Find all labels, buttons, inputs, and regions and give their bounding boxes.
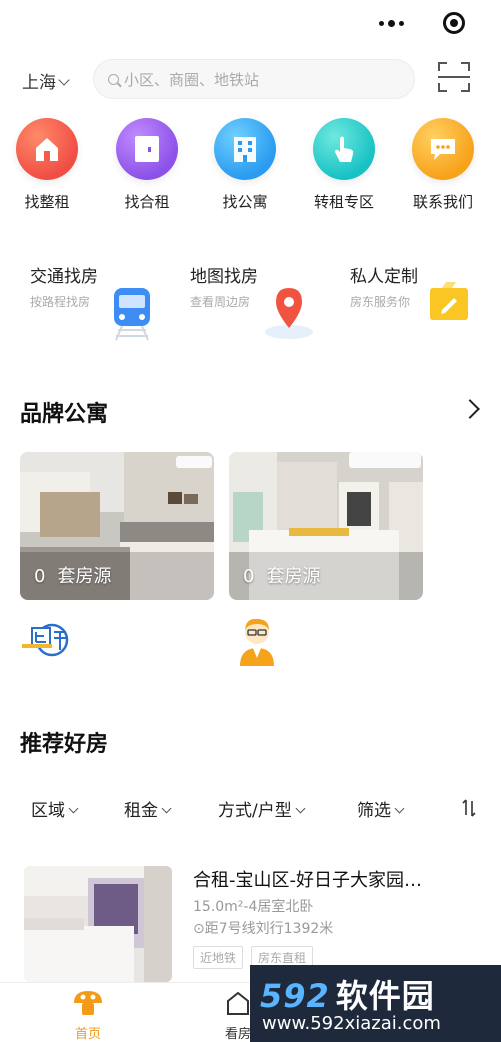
chevron-down-icon	[161, 803, 172, 814]
recommend-section-title: 推荐好房	[20, 732, 109, 757]
building-icon	[214, 118, 276, 180]
location-pin-icon: ⊙	[193, 921, 205, 937]
watermark-brand: 592 软件园	[260, 971, 435, 1017]
brand-card[interactable]: 0 套房源	[20, 452, 214, 600]
chevron-down-icon	[394, 803, 405, 814]
watermark-cn: 软件园	[335, 977, 435, 1015]
chevron-down-icon	[295, 803, 306, 814]
chevron-down-icon	[68, 803, 79, 814]
chevron-right-icon[interactable]	[460, 399, 480, 419]
count-unit: 套房源	[57, 566, 112, 587]
watermark-banner: 592 软件园 www.592xiazai.com	[250, 965, 501, 1042]
door-icon	[116, 118, 178, 180]
more-dots-icon[interactable]	[379, 19, 404, 27]
count-number: 0	[34, 566, 46, 587]
search-row: 上海 小区、商圈、地铁站	[0, 56, 501, 102]
house-outline-icon	[227, 991, 249, 1015]
count-number: 0	[243, 566, 255, 587]
category-contact[interactable]: 联系我们	[398, 118, 488, 212]
listing-title: 合租-宝山区-好日子大家园…	[193, 870, 422, 891]
filter-more[interactable]: 筛选	[357, 796, 405, 821]
watermark-url: www.592xiazai.com	[262, 1013, 441, 1034]
quick-links: 交通找房 按路程找房 地图找房 查看周边房 私人定制 房东服务你	[0, 262, 501, 352]
brand-section-title: 品牌公寓	[20, 402, 109, 427]
category-sublet[interactable]: 转租专区	[299, 118, 389, 212]
scan-icon[interactable]	[438, 62, 470, 92]
search-icon	[108, 73, 119, 85]
sort-icon[interactable]	[461, 798, 477, 818]
listing-count: 0 套房源	[243, 562, 320, 588]
filter-bar: 区域 租金 方式/户型 筛选	[0, 790, 501, 826]
quick-link-transit[interactable]: 交通找房 按路程找房	[30, 262, 180, 341]
quick-link-map[interactable]: 地图找房 查看周边房	[190, 262, 340, 339]
category-label: 找公寓	[222, 193, 268, 211]
filter-label: 区域	[31, 801, 65, 821]
distance-text: 距7号线刘行1392米	[204, 921, 334, 937]
category-apartment[interactable]: 找公寓	[200, 118, 290, 212]
tab-home[interactable]: 首页	[48, 989, 128, 1042]
target-close-icon[interactable]	[443, 12, 465, 34]
quick-link-custom[interactable]: 私人定制 房东服务你	[350, 262, 500, 320]
filter-type[interactable]: 方式/户型	[218, 796, 306, 821]
agent-avatar-icon[interactable]	[236, 614, 278, 666]
city-selector[interactable]: 上海	[22, 68, 70, 93]
category-grid: 找整租 找合租 找公寓 转租专区 联系我们	[0, 118, 501, 218]
train-icon	[114, 288, 150, 341]
category-shared-rent[interactable]: 找合租	[102, 118, 192, 212]
quick-link-subtitle: 房东服务你	[350, 295, 411, 309]
category-label: 找合租	[124, 193, 170, 211]
quick-link-title: 私人定制	[350, 267, 418, 287]
category-label: 找整租	[24, 193, 70, 211]
miniprogram-capsule	[365, 8, 475, 38]
chat-bubble-icon	[412, 118, 474, 180]
tag: 近地铁	[193, 946, 244, 969]
hand-tap-icon	[313, 118, 375, 180]
tab-label: 首页	[74, 1027, 101, 1042]
listing-count: 0 套房源	[34, 562, 111, 588]
edit-folder-icon	[430, 282, 468, 320]
listing-distance: ⊙距7号线刘行1392米	[193, 918, 333, 938]
brand-card[interactable]: 0 套房源	[229, 452, 423, 600]
category-label: 联系我们	[412, 193, 473, 211]
category-label: 转租专区	[313, 193, 374, 211]
city-label: 上海	[22, 73, 56, 93]
filter-label: 租金	[124, 801, 158, 821]
search-placeholder: 小区、商圈、地铁站	[124, 70, 260, 89]
chevron-down-icon	[58, 74, 70, 86]
count-unit: 套房源	[266, 566, 321, 587]
search-input[interactable]: 小区、商圈、地铁站	[93, 59, 415, 99]
watermark-number: 592	[260, 977, 330, 1015]
filter-area[interactable]: 区域	[31, 796, 79, 821]
quick-link-title: 交通找房	[30, 267, 98, 287]
filter-label: 方式/户型	[218, 801, 292, 821]
category-whole-rent[interactable]: 找整租	[2, 118, 92, 212]
map-pin-icon	[265, 288, 313, 339]
home-mushroom-icon	[74, 991, 102, 1015]
listing-size: 15.0m²-4居室北卧	[193, 899, 314, 915]
filter-rent[interactable]: 租金	[124, 796, 172, 821]
filter-label: 筛选	[357, 801, 391, 821]
quick-link-subtitle: 按路程找房	[30, 295, 91, 309]
brand-logo-icon[interactable]	[22, 622, 72, 662]
house-icon	[16, 118, 78, 180]
listing-photo	[24, 866, 172, 982]
